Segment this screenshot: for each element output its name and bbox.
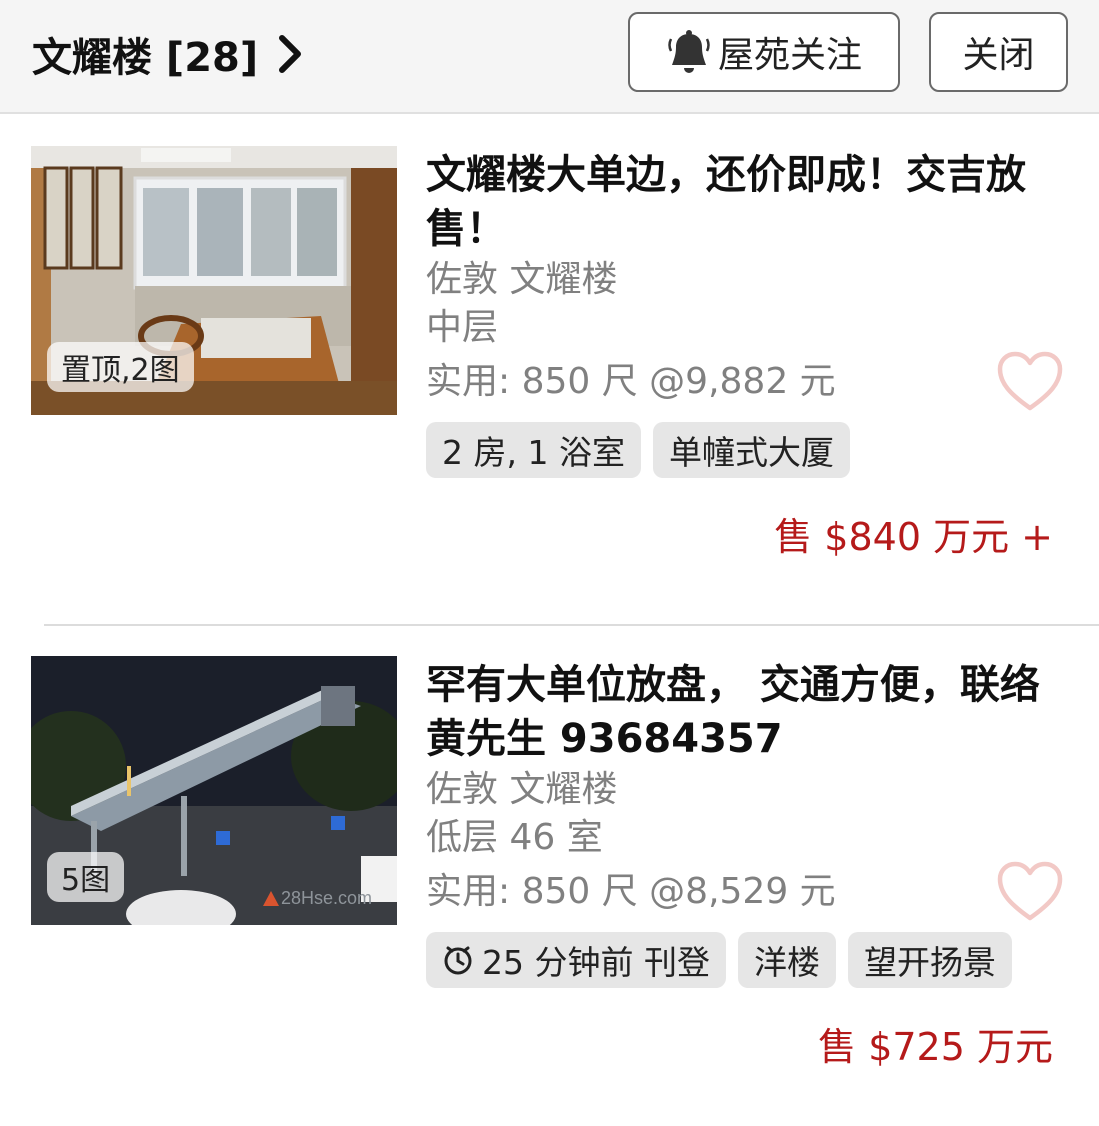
listing-floor: 中层 bbox=[426, 307, 499, 348]
header-bar: 文耀楼 [28] 屋苑关注 关闭 bbox=[0, 0, 1099, 114]
listing-district: 佐敦 文耀楼 bbox=[426, 259, 618, 300]
tag-text: 2 房, 1 浴室 bbox=[442, 433, 625, 472]
follow-estate-button[interactable]: 屋苑关注 bbox=[628, 12, 900, 92]
photo-count-text: 5图 bbox=[61, 863, 111, 898]
tag-rooms: 2 房, 1 浴室 bbox=[426, 422, 641, 478]
listing-price: 售 $725 万元 bbox=[818, 1025, 1053, 1069]
listing-tags: 2 房, 1 浴室 单幢式大厦 bbox=[426, 422, 850, 478]
listing-card[interactable]: 28Hse.com 5图 罕有大单位放盘， 交通方便，联络黄先生 9368435… bbox=[0, 626, 1099, 1126]
close-label: 关闭 bbox=[962, 35, 1035, 76]
tag-posted-time: 25 分钟前 刊登 bbox=[426, 932, 726, 988]
listing-price: 售 $840 万元 + bbox=[774, 515, 1053, 559]
clock-icon bbox=[444, 946, 472, 975]
follow-estate-label: 屋苑关注 bbox=[717, 35, 862, 76]
favorite-button[interactable] bbox=[996, 860, 1064, 922]
watermark-text: 28Hse.com bbox=[281, 888, 372, 908]
tag-text: 望开扬景 bbox=[863, 943, 996, 982]
close-button[interactable]: 关闭 bbox=[929, 12, 1068, 92]
estate-title: 文耀楼 [28] bbox=[32, 35, 259, 81]
photo-count-badge: 5图 bbox=[47, 852, 125, 902]
chevron-right-icon bbox=[279, 35, 302, 73]
tag-text: 25 分钟前 刊登 bbox=[482, 943, 710, 982]
tag-building-type: 洋楼 bbox=[737, 932, 836, 988]
listing-floor: 低层 46 室 bbox=[426, 817, 603, 858]
bell-icon bbox=[668, 30, 710, 73]
tag-text: 单幢式大厦 bbox=[668, 433, 834, 472]
tag-building-type: 单幢式大厦 bbox=[652, 422, 850, 478]
listing-title[interactable]: 文耀楼大单边，还价即成！交吉放售！ bbox=[426, 148, 1056, 256]
heart-icon bbox=[997, 861, 1063, 921]
listing-district: 佐敦 文耀楼 bbox=[426, 769, 618, 810]
photo-count-text: 置顶,2图 bbox=[61, 353, 180, 388]
listing-card[interactable]: 置顶,2图 文耀楼大单边，还价即成！交吉放售！ 佐敦 文耀楼 中层 实用: 85… bbox=[0, 116, 1099, 616]
listing-area-price: 实用: 850 尺 @9,882 元 bbox=[426, 361, 836, 402]
tag-view: 望开扬景 bbox=[847, 932, 1012, 988]
listing-area-price: 实用: 850 尺 @8,529 元 bbox=[426, 871, 836, 912]
estate-title-link[interactable]: 文耀楼 [28] bbox=[32, 24, 304, 84]
favorite-button[interactable] bbox=[996, 350, 1064, 412]
listing-title[interactable]: 罕有大单位放盘， 交通方便，联络黄先生 93684357 bbox=[426, 658, 1056, 766]
listing-photo[interactable]: 28Hse.com 5图 bbox=[31, 656, 397, 925]
listing-tags: 25 分钟前 刊登 洋楼 望开扬景 bbox=[426, 932, 1012, 988]
tag-text: 洋楼 bbox=[753, 943, 820, 982]
photo-count-badge: 置顶,2图 bbox=[47, 342, 194, 392]
listing-photo[interactable]: 置顶,2图 bbox=[31, 146, 397, 415]
heart-icon bbox=[997, 351, 1063, 411]
